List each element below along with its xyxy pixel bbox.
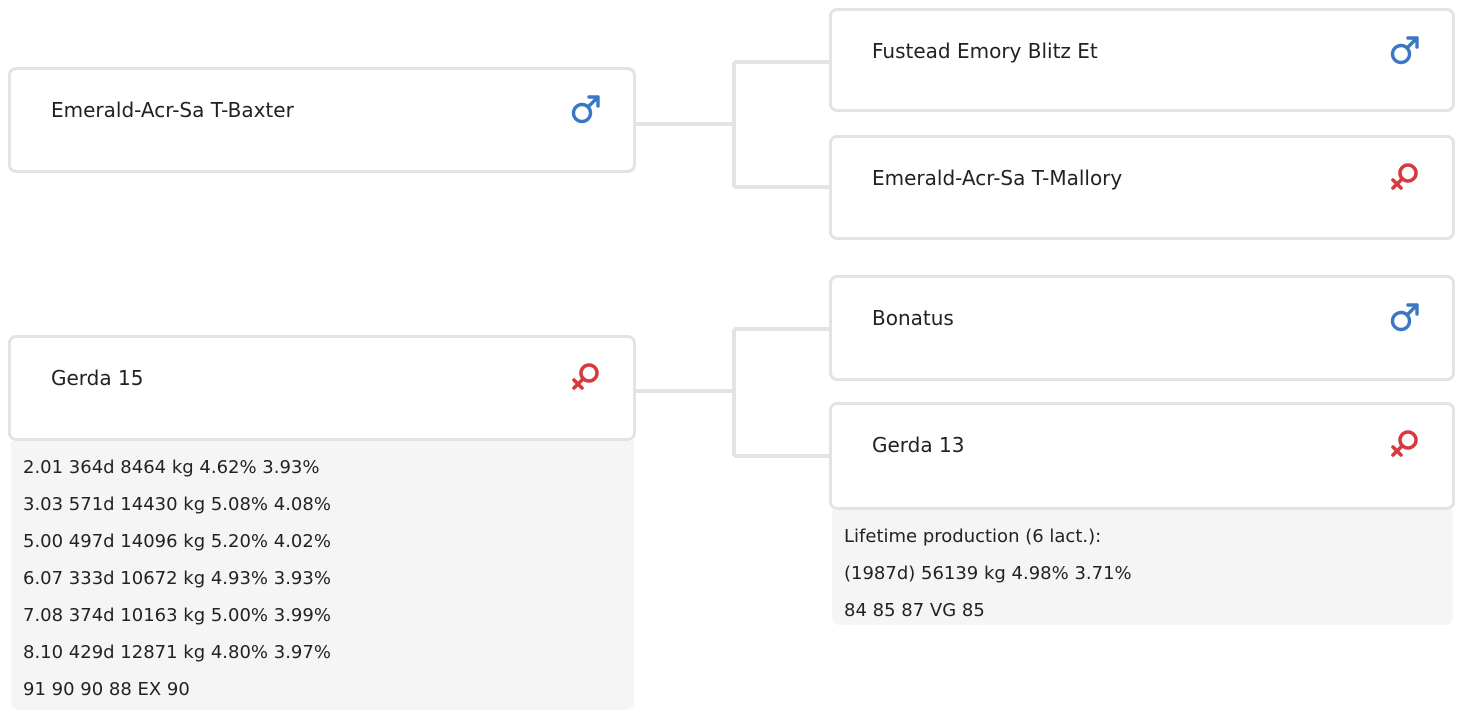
pedigree-card-dam-dam[interactable]: Gerda 13 (829, 402, 1455, 510)
production-record: 3.03 571d 14430 kg 5.08% 4.08% (23, 494, 331, 515)
pedigree-card-sire-dam[interactable]: Emerald-Acr-Sa T-Mallory (829, 135, 1455, 240)
production-record: 8.10 429d 12871 kg 4.80% 3.97% (23, 642, 331, 663)
pedigree-card-sire[interactable]: Emerald-Acr-Sa T-Baxter (8, 67, 636, 173)
lifetime-production-label: Lifetime production (6 lact.): (844, 526, 1102, 547)
animal-name: Gerda 13 (872, 433, 965, 457)
connector-dam-line (634, 327, 830, 458)
production-record: 5.00 497d 14096 kg 5.20% 4.02% (23, 531, 331, 552)
pedigree-card-sire-sire[interactable]: Fustead Emory Blitz Et (829, 8, 1455, 112)
male-icon (1390, 303, 1419, 332)
production-info-dam-dam: Lifetime production (6 lact.): (1987d) 5… (832, 510, 1453, 625)
male-icon (571, 95, 600, 124)
production-record: 2.01 364d 8464 kg 4.62% 3.93% (23, 457, 320, 478)
animal-name: Emerald-Acr-Sa T-Mallory (872, 166, 1123, 190)
connector-sire-line (634, 60, 830, 189)
male-icon (1390, 36, 1419, 65)
lifetime-production-record: (1987d) 56139 kg 4.98% 3.71% (844, 563, 1132, 584)
animal-name: Bonatus (872, 306, 954, 330)
production-record: 6.07 333d 10672 kg 4.93% 3.93% (23, 568, 331, 589)
female-icon (1391, 163, 1418, 190)
female-icon (572, 363, 599, 390)
pedigree-card-dam[interactable]: Gerda 15 (8, 335, 636, 441)
classification-scores: 91 90 90 88 EX 90 (23, 679, 190, 700)
female-icon (1391, 430, 1418, 457)
production-record: 7.08 374d 10163 kg 5.00% 3.99% (23, 605, 331, 626)
animal-name: Gerda 15 (51, 366, 144, 390)
animal-name: Fustead Emory Blitz Et (872, 39, 1098, 63)
pedigree-card-dam-sire[interactable]: Bonatus (829, 275, 1455, 381)
animal-name: Emerald-Acr-Sa T-Baxter (51, 98, 294, 122)
production-info-dam: 2.01 364d 8464 kg 4.62% 3.93% 3.03 571d … (11, 441, 634, 710)
classification-scores: 84 85 87 VG 85 (844, 600, 985, 621)
